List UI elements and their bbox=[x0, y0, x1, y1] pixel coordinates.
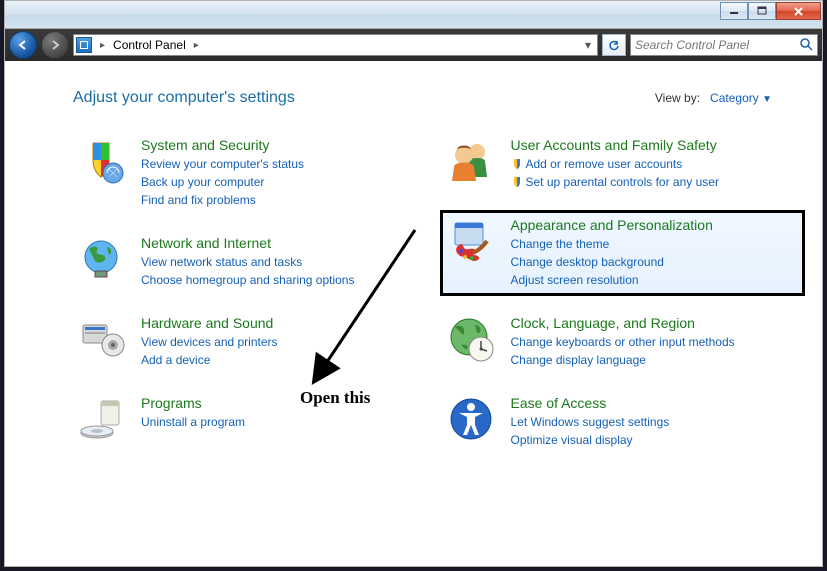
category-title-link[interactable]: System and Security bbox=[141, 137, 429, 153]
category-hardware-sound: Hardware and Sound View devices and prin… bbox=[73, 311, 433, 373]
category-user-accounts: User Accounts and Family Safety Add or r… bbox=[443, 133, 803, 195]
breadcrumb-item[interactable]: Control Panel bbox=[113, 38, 186, 52]
category-title-link[interactable]: Appearance and Personalization bbox=[511, 217, 799, 233]
task-link[interactable]: Back up your computer bbox=[141, 173, 429, 191]
category-network-internet: Network and Internet View network status… bbox=[73, 231, 433, 293]
category-title-link[interactable]: Hardware and Sound bbox=[141, 315, 429, 331]
breadcrumb-separator-icon: ▸ bbox=[100, 40, 105, 51]
category-system-security: System and Security Review your computer… bbox=[73, 133, 433, 213]
search-input[interactable] bbox=[635, 38, 799, 52]
back-button[interactable] bbox=[9, 31, 37, 59]
content-area: Adjust your computer's settings View by:… bbox=[5, 61, 822, 566]
view-by-label: View by: bbox=[655, 91, 700, 105]
network-internet-icon bbox=[77, 235, 125, 283]
arrow-left-icon bbox=[16, 38, 30, 52]
minimize-icon bbox=[729, 6, 739, 16]
category-title-link[interactable]: User Accounts and Family Safety bbox=[511, 137, 799, 153]
arrow-right-icon bbox=[48, 38, 62, 52]
forward-button[interactable] bbox=[41, 31, 69, 59]
navigation-bar: ▸ Control Panel ▸ ▾ bbox=[5, 29, 822, 61]
ease-of-access-icon bbox=[447, 395, 495, 443]
category-programs: Programs Uninstall a program bbox=[73, 391, 433, 447]
search-box[interactable] bbox=[630, 34, 818, 56]
task-link[interactable]: Change keyboards or other input methods bbox=[511, 333, 799, 351]
task-link[interactable]: Adjust screen resolution bbox=[511, 271, 799, 289]
task-link[interactable]: Uninstall a program bbox=[141, 413, 429, 431]
task-link[interactable]: Change desktop background bbox=[511, 253, 799, 271]
control-panel-icon bbox=[76, 37, 92, 53]
close-button[interactable] bbox=[776, 2, 821, 20]
maximize-button[interactable] bbox=[748, 2, 776, 20]
view-by-value: Category bbox=[710, 91, 759, 105]
task-link[interactable]: Review your computer's status bbox=[141, 155, 429, 173]
address-bar[interactable]: ▸ Control Panel ▸ ▾ bbox=[73, 34, 598, 56]
column-right: User Accounts and Family Safety Add or r… bbox=[443, 133, 803, 471]
appearance-icon bbox=[447, 217, 495, 265]
user-accounts-icon bbox=[447, 137, 495, 185]
task-link[interactable]: Let Windows suggest settings bbox=[511, 413, 799, 431]
address-dropdown-icon[interactable]: ▾ bbox=[581, 38, 595, 52]
column-left: System and Security Review your computer… bbox=[73, 133, 433, 471]
task-link[interactable]: Change display language bbox=[511, 351, 799, 369]
maximize-icon bbox=[757, 6, 767, 16]
control-panel-window: ▸ Control Panel ▸ ▾ Adjust your computer… bbox=[4, 0, 823, 567]
page-title: Adjust your computer's settings bbox=[73, 89, 295, 107]
task-link[interactable]: Choose homegroup and sharing options bbox=[141, 271, 429, 289]
category-title-link[interactable]: Clock, Language, and Region bbox=[511, 315, 799, 331]
category-appearance-personalization: Appearance and Personalization Change th… bbox=[443, 213, 803, 293]
titlebar[interactable] bbox=[5, 1, 822, 29]
breadcrumb-separator-icon: ▸ bbox=[194, 40, 199, 51]
task-link[interactable]: Add or remove user accounts bbox=[526, 155, 683, 173]
shield-icon bbox=[511, 176, 523, 188]
task-link[interactable]: Change the theme bbox=[511, 235, 799, 253]
refresh-icon bbox=[607, 38, 621, 52]
task-link[interactable]: Find and fix problems bbox=[141, 191, 429, 209]
annotation-label: Open this bbox=[300, 388, 370, 408]
task-link[interactable]: Set up parental controls for any user bbox=[526, 173, 719, 191]
system-security-icon bbox=[77, 137, 125, 185]
chevron-down-icon: ▼ bbox=[762, 94, 772, 105]
shield-icon bbox=[511, 158, 523, 170]
refresh-button[interactable] bbox=[602, 34, 626, 56]
programs-icon bbox=[77, 395, 125, 443]
category-ease-of-access: Ease of Access Let Windows suggest setti… bbox=[443, 391, 803, 453]
category-title-link[interactable]: Network and Internet bbox=[141, 235, 429, 251]
view-by-dropdown[interactable]: Category ▼ bbox=[710, 91, 772, 105]
category-title-link[interactable]: Ease of Access bbox=[511, 395, 799, 411]
task-link[interactable]: Add a device bbox=[141, 351, 429, 369]
view-by: View by: Category ▼ bbox=[655, 91, 772, 105]
category-title-link[interactable]: Programs bbox=[141, 395, 429, 411]
close-icon bbox=[793, 6, 804, 17]
minimize-button[interactable] bbox=[720, 2, 748, 20]
task-link[interactable]: View devices and printers bbox=[141, 333, 429, 351]
search-icon[interactable] bbox=[799, 37, 813, 54]
clock-language-icon bbox=[447, 315, 495, 363]
category-clock-language-region: Clock, Language, and Region Change keybo… bbox=[443, 311, 803, 373]
task-link[interactable]: View network status and tasks bbox=[141, 253, 429, 271]
hardware-sound-icon bbox=[77, 315, 125, 363]
task-link[interactable]: Optimize visual display bbox=[511, 431, 799, 449]
